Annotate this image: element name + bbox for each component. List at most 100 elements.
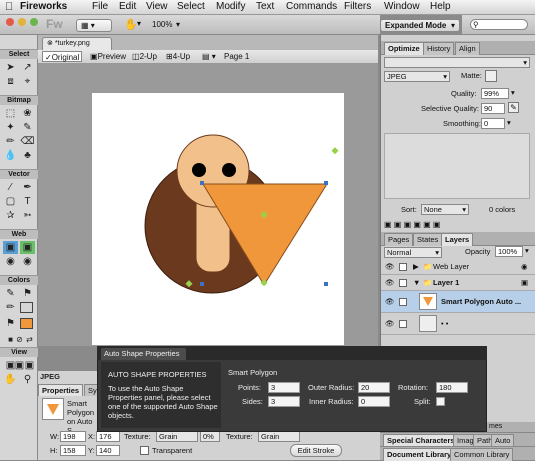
- shape-name: Smart Polygon: [228, 368, 278, 377]
- texture-amount[interactable]: 0%: [200, 431, 220, 442]
- lock-checkbox[interactable]: [399, 298, 407, 306]
- smoothing-field[interactable]: 0: [481, 118, 505, 129]
- smoothing-label: Smoothing:: [443, 119, 481, 128]
- selection-handle[interactable]: [200, 181, 204, 185]
- width-field[interactable]: 198: [60, 431, 86, 442]
- selection-handle[interactable]: [324, 282, 328, 286]
- quality-slider-icon[interactable]: ▾: [511, 88, 515, 98]
- optimize-tab-row: Optimize History Align: [381, 41, 535, 55]
- collapse-icon[interactable]: ▼: [413, 275, 420, 291]
- selection-handle[interactable]: [324, 181, 328, 185]
- panel-tab-row-2: Document Library Common Library: [380, 446, 535, 461]
- sides-label: Sides:: [242, 397, 263, 406]
- quality-label: Quality:: [451, 89, 477, 98]
- height-label: H:: [50, 446, 58, 455]
- tab-states[interactable]: States: [413, 233, 443, 246]
- tab-optimize[interactable]: Optimize: [384, 42, 424, 55]
- layer-row-web[interactable]: 👁 ▶ 📁 Web Layer ◉: [381, 259, 535, 275]
- lock-checkbox[interactable]: [399, 279, 407, 287]
- sort-select[interactable]: None ▾: [421, 204, 469, 215]
- texture-label: Texture:: [124, 432, 151, 441]
- polygon-thumbnail-icon: [423, 297, 433, 306]
- tab-pages[interactable]: Pages: [384, 233, 414, 246]
- quality-field[interactable]: 99%: [481, 88, 509, 99]
- panel-partial-tab[interactable]: mes: [487, 422, 535, 432]
- selection-handle[interactable]: [200, 282, 204, 286]
- edit-stroke-button[interactable]: Edit Stroke: [290, 444, 342, 457]
- transparent-label: Transparent: [152, 446, 193, 455]
- layer-name-layer1: Layer 1: [433, 278, 460, 287]
- web-layer-icon: ◉: [521, 262, 528, 271]
- panel-tab-row-1: Special Characters Imag Path Auto: [380, 432, 535, 447]
- lock-icon[interactable]: ▣ ▣ ▣ ▣ ▣ ▣: [384, 220, 440, 229]
- polygon-control-point[interactable]: [331, 147, 339, 155]
- opacity-label: Opacity: [465, 247, 491, 256]
- auto-shape-heading: AUTO SHAPE PROPERTIES: [108, 370, 207, 379]
- chevron-down-icon: ▾: [435, 248, 439, 257]
- tab-document-library[interactable]: Document Library: [383, 448, 456, 461]
- x-label: X:: [88, 432, 96, 441]
- blend-mode-value: Normal: [387, 248, 412, 257]
- chevron-down-icon[interactable]: ▾: [507, 118, 511, 128]
- optimize-settings-select[interactable]: ▾: [384, 57, 530, 68]
- object-name: Smart Polygon on Auto S: [67, 399, 95, 435]
- points-label: Points:: [238, 383, 261, 392]
- y-field[interactable]: 140: [96, 445, 120, 456]
- rotation-field[interactable]: 180: [436, 382, 468, 393]
- layer-row-dots[interactable]: 👁 • •: [381, 313, 535, 335]
- format-select[interactable]: JPEG ▾: [384, 71, 450, 82]
- tab-align[interactable]: Align: [455, 42, 480, 55]
- eye-icon[interactable]: 👁: [385, 259, 395, 275]
- eye-icon[interactable]: 👁: [385, 294, 395, 310]
- eye-icon[interactable]: 👁: [385, 275, 395, 291]
- tab-common-library[interactable]: Common Library: [450, 448, 514, 461]
- layer-row-layer1[interactable]: 👁 ▼ 📁 Layer 1 ▣: [381, 275, 535, 291]
- object-thumbnail-icon: [47, 404, 59, 415]
- y-label: Y:: [88, 446, 95, 455]
- object-thumbnail: [42, 398, 64, 420]
- color-count: 0 colors: [489, 205, 516, 214]
- opacity-field[interactable]: 100%: [495, 246, 523, 257]
- transparent-checkbox[interactable]: [140, 446, 149, 455]
- height-field[interactable]: 158: [60, 445, 86, 456]
- blend-mode-select[interactable]: Normal ▾: [384, 247, 442, 258]
- matte-swatch[interactable]: [485, 70, 497, 82]
- outer-radius-field[interactable]: 20: [358, 382, 390, 393]
- selective-quality-field[interactable]: 90: [481, 103, 505, 114]
- texture-select[interactable]: Grain: [156, 431, 198, 442]
- layer-name-dots: • •: [441, 319, 449, 328]
- turkey-eye-left: [192, 163, 206, 177]
- tab-history[interactable]: History: [423, 42, 455, 55]
- color-table: [384, 133, 530, 199]
- edit-stroke-label: Edit Stroke: [297, 446, 335, 455]
- texture2-select[interactable]: Grain: [258, 431, 300, 442]
- edit-icon[interactable]: ✎: [508, 102, 519, 113]
- chevron-down-icon[interactable]: ▾: [525, 246, 529, 256]
- texture-value: Grain: [159, 432, 178, 441]
- sides-field[interactable]: 3: [268, 396, 300, 407]
- layer-row-smart-polygon[interactable]: 👁 Smart Polygon Auto ...: [381, 291, 535, 313]
- layer-name-smart-polygon: Smart Polygon Auto ...: [441, 297, 522, 306]
- tab-auto-shape[interactable]: Auto Shape Properties: [101, 348, 186, 360]
- texture2-label: Texture:: [226, 432, 253, 441]
- chevron-down-icon: ▾: [523, 58, 527, 67]
- rotation-label: Rotation:: [398, 383, 429, 392]
- format-value: JPEG: [387, 72, 407, 81]
- x-field[interactable]: 176: [96, 431, 120, 442]
- polygon-thumbnail: [419, 293, 437, 310]
- tab-properties-label: Properties: [42, 386, 80, 395]
- lock-checkbox[interactable]: [399, 320, 407, 328]
- points-field[interactable]: 3: [268, 382, 300, 393]
- layer-options-icon[interactable]: ▣: [521, 275, 528, 291]
- turkey-eye-right: [222, 163, 236, 177]
- tab-layers[interactable]: Layers: [441, 233, 474, 246]
- split-checkbox[interactable]: [436, 397, 445, 406]
- inner-radius-label: Inner Radius:: [309, 397, 354, 406]
- lock-checkbox[interactable]: [399, 263, 407, 271]
- chevron-down-icon: ▾: [443, 72, 447, 81]
- eye-icon[interactable]: 👁: [385, 316, 395, 332]
- split-label: Split:: [414, 397, 431, 406]
- tab-properties[interactable]: Properties: [38, 384, 84, 396]
- inner-radius-field[interactable]: 0: [358, 396, 390, 407]
- expand-icon[interactable]: ▶: [413, 259, 419, 275]
